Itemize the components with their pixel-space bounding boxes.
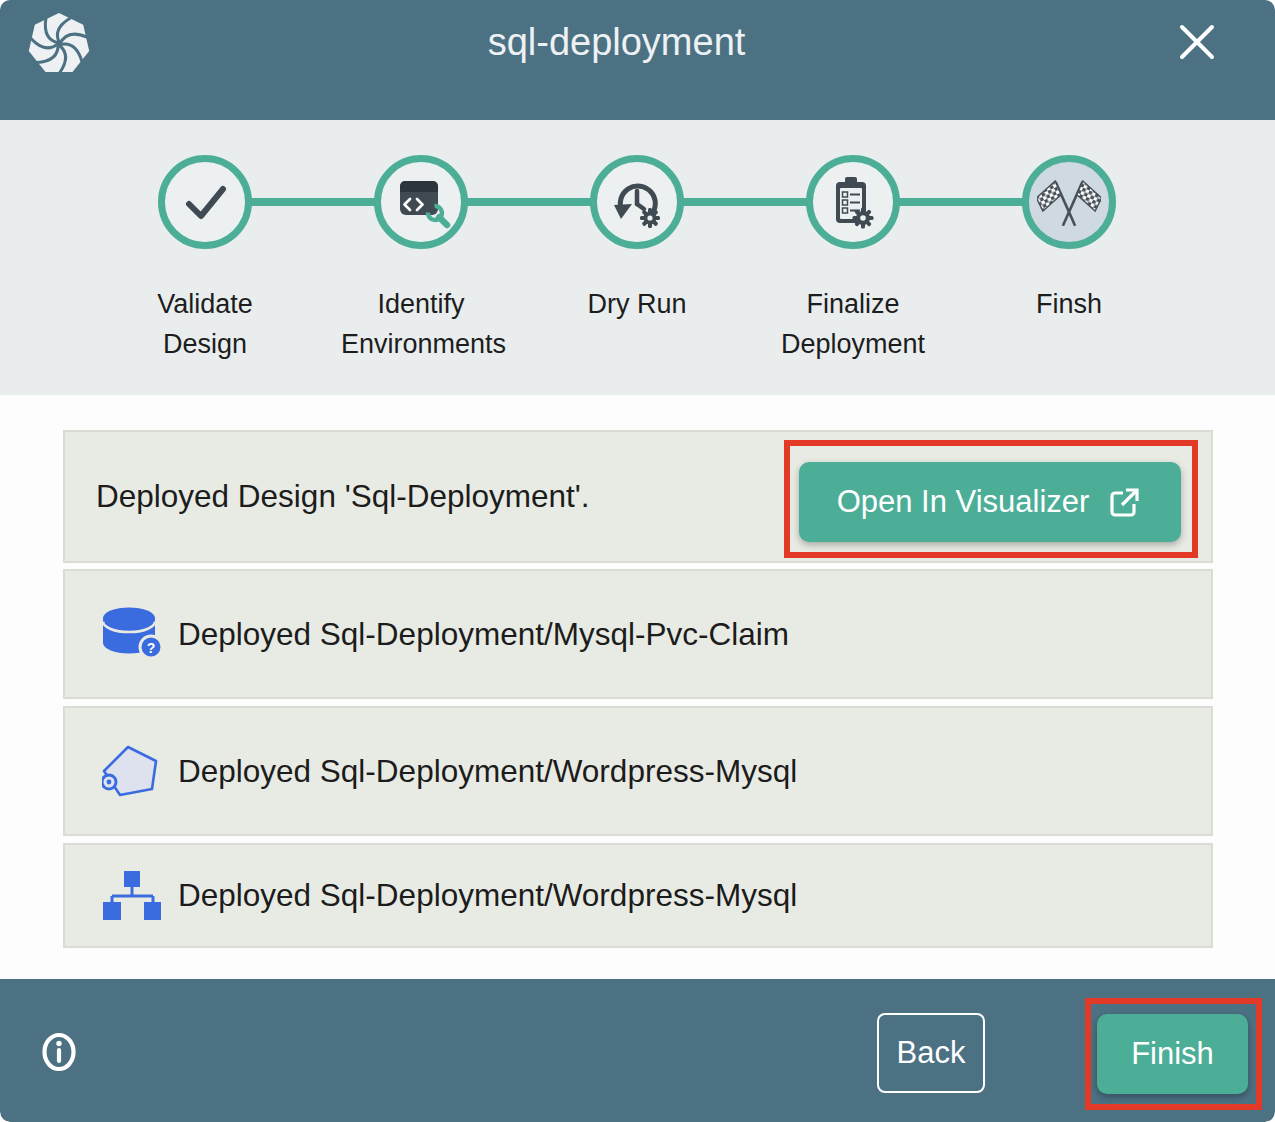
deployed-topology-row: Deployed Sql-Deployment/Wordpress-Mysql [63, 843, 1213, 948]
step-dry-run[interactable] [590, 155, 684, 249]
finalize-icon [824, 173, 882, 231]
deployment-wizard-modal: sql-deployment [0, 0, 1275, 1122]
svg-text:?: ? [147, 640, 156, 656]
deployed-wordpress-row: Deployed Sql-Deployment/Wordpress-Mysql [63, 706, 1213, 836]
step-label-finish: Finsh [989, 284, 1149, 324]
pentagon-resource-icon [102, 745, 162, 797]
deployed-wordpress-text: Deployed Sql-Deployment/Wordpress-Mysql [178, 753, 797, 790]
close-icon[interactable] [1175, 20, 1219, 64]
step-identify-environments[interactable] [374, 155, 468, 249]
step-validate-design[interactable] [158, 155, 252, 249]
step-finalize-deployment[interactable] [806, 155, 900, 249]
deployed-pvc-text: Deployed Sql-Deployment/Mysql-Pvc-Claim [178, 616, 789, 653]
back-button[interactable]: Back [877, 1013, 985, 1093]
annotation-box-finish [1085, 998, 1262, 1110]
step-label-validate-design: Validate Design [125, 284, 285, 364]
step-finish[interactable] [1022, 155, 1116, 249]
annotation-box-visualizer [784, 440, 1198, 558]
info-icon[interactable] [41, 1032, 77, 1072]
checkered-flags-icon [1037, 170, 1101, 234]
topology-icon [103, 870, 161, 922]
deployed-pvc-row: ? Deployed Sql-Deployment/Mysql-Pvc-Clai… [63, 569, 1213, 699]
step-label-dry-run: Dry Run [557, 284, 717, 324]
code-config-icon [391, 172, 451, 232]
step-label-identify-environments: Identify Environments [341, 284, 501, 364]
deployed-design-text: Deployed Design 'Sql-Deployment'. [96, 478, 590, 515]
modal-title: sql-deployment [0, 21, 1233, 64]
modal-footer [0, 979, 1275, 1122]
pvc-database-icon: ? [99, 605, 165, 663]
dry-run-icon [608, 173, 666, 231]
step-label-finalize-deployment: Finalize Deployment [773, 284, 933, 364]
deployed-topology-text: Deployed Sql-Deployment/Wordpress-Mysql [178, 877, 797, 914]
check-icon [179, 176, 231, 228]
